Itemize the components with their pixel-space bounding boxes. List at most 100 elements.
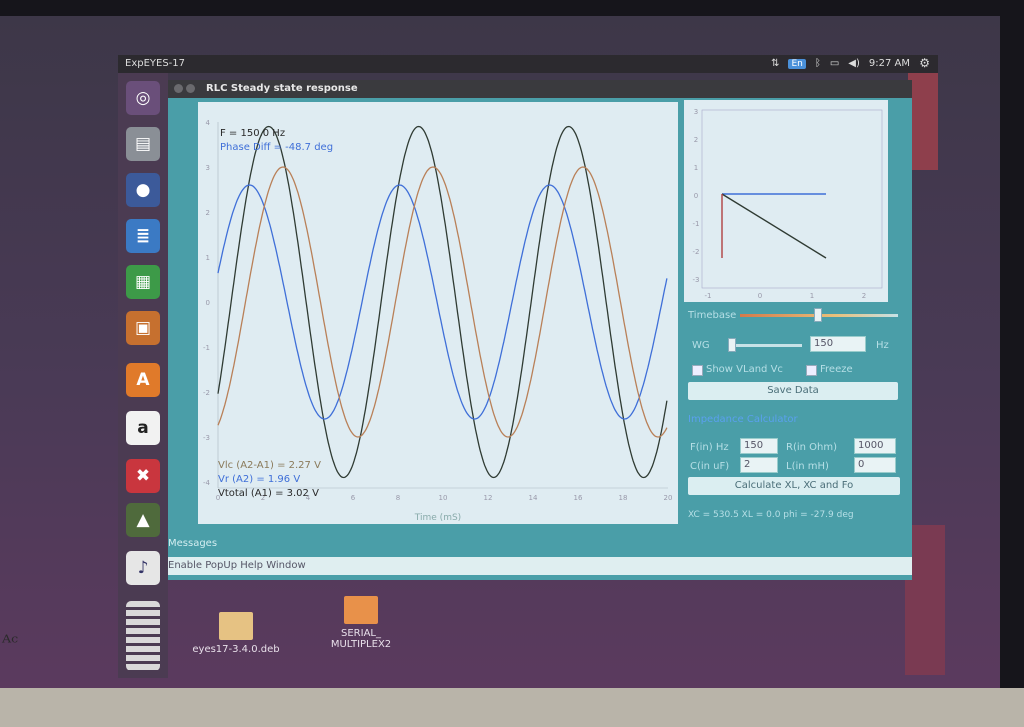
desktop-item-deb[interactable]: eyes17-3.4.0.deb <box>186 612 286 655</box>
freeze-label: Freeze <box>820 364 853 375</box>
writer-icon[interactable]: ≣ <box>126 219 160 253</box>
x-tick-label: 12 <box>484 494 493 502</box>
wg-label: WG <box>692 340 710 351</box>
show-vl-vc-label: Show VLand Vc <box>706 364 783 375</box>
frequency-input[interactable]: 150 <box>740 438 778 454</box>
close-button[interactable] <box>174 84 183 93</box>
desk-surface <box>0 688 1024 727</box>
settings-icon[interactable]: ✖ <box>126 459 160 493</box>
phasor-x-tick: 0 <box>758 292 762 300</box>
window-titlebar[interactable]: RLC Steady state response <box>168 80 912 98</box>
desktop-item-deb-label: eyes17-3.4.0.deb <box>192 644 280 655</box>
expeyes-icon[interactable]: ♪ <box>126 551 160 585</box>
y-tick-label: -1 <box>203 344 210 352</box>
impedance-result: XC = 530.5 XL = 0.0 phi = -27.9 deg <box>688 510 854 520</box>
wg-unit: Hz <box>876 340 889 351</box>
capacitance-label: C(in uF) <box>690 461 730 472</box>
y-tick-label: 3 <box>206 164 210 172</box>
y-tick-label: 1 <box>206 254 210 262</box>
frequency-readout: F = 150.0 Hz <box>220 128 285 139</box>
messages-label: Messages <box>168 538 218 549</box>
firefox-icon[interactable]: ● <box>126 173 160 207</box>
phasor-y-tick: 1 <box>694 164 698 172</box>
desktop-item-serial[interactable]: SERIAL_ MULTIPLEX2 <box>318 596 404 650</box>
timebase-slider-handle[interactable] <box>814 308 822 322</box>
workspace-icon[interactable] <box>126 601 160 671</box>
resistance-input[interactable]: 1000 <box>854 438 896 454</box>
bluetooth-icon[interactable]: ᛒ <box>815 58 821 69</box>
wg-slider[interactable] <box>728 344 802 347</box>
package-icon <box>219 612 253 640</box>
x-tick-label: 16 <box>574 494 583 502</box>
x-tick-label: 6 <box>351 494 356 502</box>
x-tick-label: 20 <box>664 494 673 502</box>
keyboard-layout-indicator[interactable]: En <box>788 58 806 69</box>
x-tick-label: 10 <box>439 494 448 502</box>
help-bar[interactable]: Enable PopUp Help Window <box>168 557 912 575</box>
main-plot[interactable]: 43210-1-2-3-4 0 2 4 6 8 10 12 14 16 18 20 F = 150.… <box>198 102 678 524</box>
resistance-label: R(in Ohm) <box>786 442 837 453</box>
update-icon[interactable]: ▲ <box>126 503 160 537</box>
phasor-background <box>684 100 888 302</box>
ubuntu-icon[interactable]: ◎ <box>126 81 160 115</box>
phasor-y-tick: 0 <box>694 192 698 200</box>
files-icon[interactable]: ▤ <box>126 127 160 161</box>
phasor-x-tick: 1 <box>810 292 814 300</box>
show-vl-vc-checkbox[interactable] <box>692 365 703 376</box>
y-tick-label: 0 <box>206 299 210 307</box>
frequency-label: F(in) Hz <box>690 442 729 453</box>
amazon-icon[interactable]: a <box>126 411 160 445</box>
y-tick-label: -2 <box>203 389 210 397</box>
volume-icon[interactable]: ◀) <box>848 58 860 69</box>
y-tick-label: 4 <box>206 119 211 127</box>
pen-scribble: ᴬᶜ <box>2 630 19 654</box>
vr-readout: Vr (A2) = 1.96 V <box>218 474 300 485</box>
inductance-input[interactable]: 0 <box>854 457 896 473</box>
save-data-button[interactable]: Save Data <box>688 382 898 400</box>
inductance-label: L(in mH) <box>786 461 829 472</box>
minimize-button[interactable] <box>186 84 195 93</box>
y-tick-label: -3 <box>203 434 210 442</box>
rlc-window: RLC Steady state response 4 3 2 1 0 -1 -2 -3 -4 … <box>168 80 912 580</box>
wg-slider-handle[interactable] <box>728 338 736 352</box>
folder-icon <box>344 596 378 624</box>
capacitance-input[interactable]: 2 <box>740 457 778 473</box>
window-title: RLC Steady state response <box>206 83 358 94</box>
x-tick-label: 8 <box>396 494 400 502</box>
vtotal-readout: Vtotal (A1) = 3.02 V <box>218 488 319 499</box>
vlc-readout: Vlc (A2-A1) = 2.27 V <box>218 460 321 471</box>
phasor-y-tick: -1 <box>693 220 700 228</box>
impress-icon[interactable]: ▣ <box>126 311 160 345</box>
calc-icon[interactable]: ▦ <box>126 265 160 299</box>
y-tick-label: -4 <box>203 479 211 487</box>
x-tick-label: 18 <box>619 494 628 502</box>
panel-app-title: ExpEYES-17 <box>125 58 186 69</box>
desktop-item-serial-label-2: MULTIPLEX2 <box>330 639 392 650</box>
gear-icon[interactable]: ⚙ <box>919 56 930 70</box>
y-tick-label: 2 <box>206 209 210 217</box>
x-tick-label: 14 <box>529 494 538 502</box>
clock[interactable]: 9:27 AM <box>869 58 910 69</box>
phasor-y-tick: -2 <box>693 248 700 256</box>
impedance-title: Impedance Calculator <box>688 414 798 425</box>
freeze-checkbox[interactable] <box>806 365 817 376</box>
background-app-strip <box>908 70 938 170</box>
calculate-button[interactable]: Calculate XL, XC and Fo <box>688 477 900 495</box>
phasor-y-tick: 2 <box>694 136 698 144</box>
messages-bar: Messages <box>168 535 912 553</box>
timebase-label: Timebase <box>688 310 737 321</box>
phasor-y-tick: -3 <box>693 276 700 284</box>
phase-readout: Phase Diff = -48.7 deg <box>220 142 333 153</box>
wg-frequency-input[interactable]: 150 <box>810 336 866 352</box>
phasor-x-tick: 2 <box>862 292 866 300</box>
x-axis-label: Time (mS) <box>414 513 461 523</box>
desktop-item-serial-label-1: SERIAL_ <box>341 628 381 639</box>
phasor-y-tick: 3 <box>694 108 698 116</box>
phasor-plot[interactable]: 3210-1-2-3 -10123 <box>684 100 888 302</box>
network-icon[interactable]: ⇅ <box>771 58 779 69</box>
software-center-icon[interactable]: A <box>126 363 160 397</box>
battery-icon[interactable]: ▭ <box>830 58 839 69</box>
launcher: ◎ ▤ ● ≣ ▦ ▣ A a ✖ ▲ ♪ <box>118 73 168 678</box>
help-toggle-label[interactable]: Enable PopUp Help Window <box>168 560 306 571</box>
panel-indicators: ⇅ En ᛒ ▭ ◀) 9:27 AM <box>771 58 910 69</box>
